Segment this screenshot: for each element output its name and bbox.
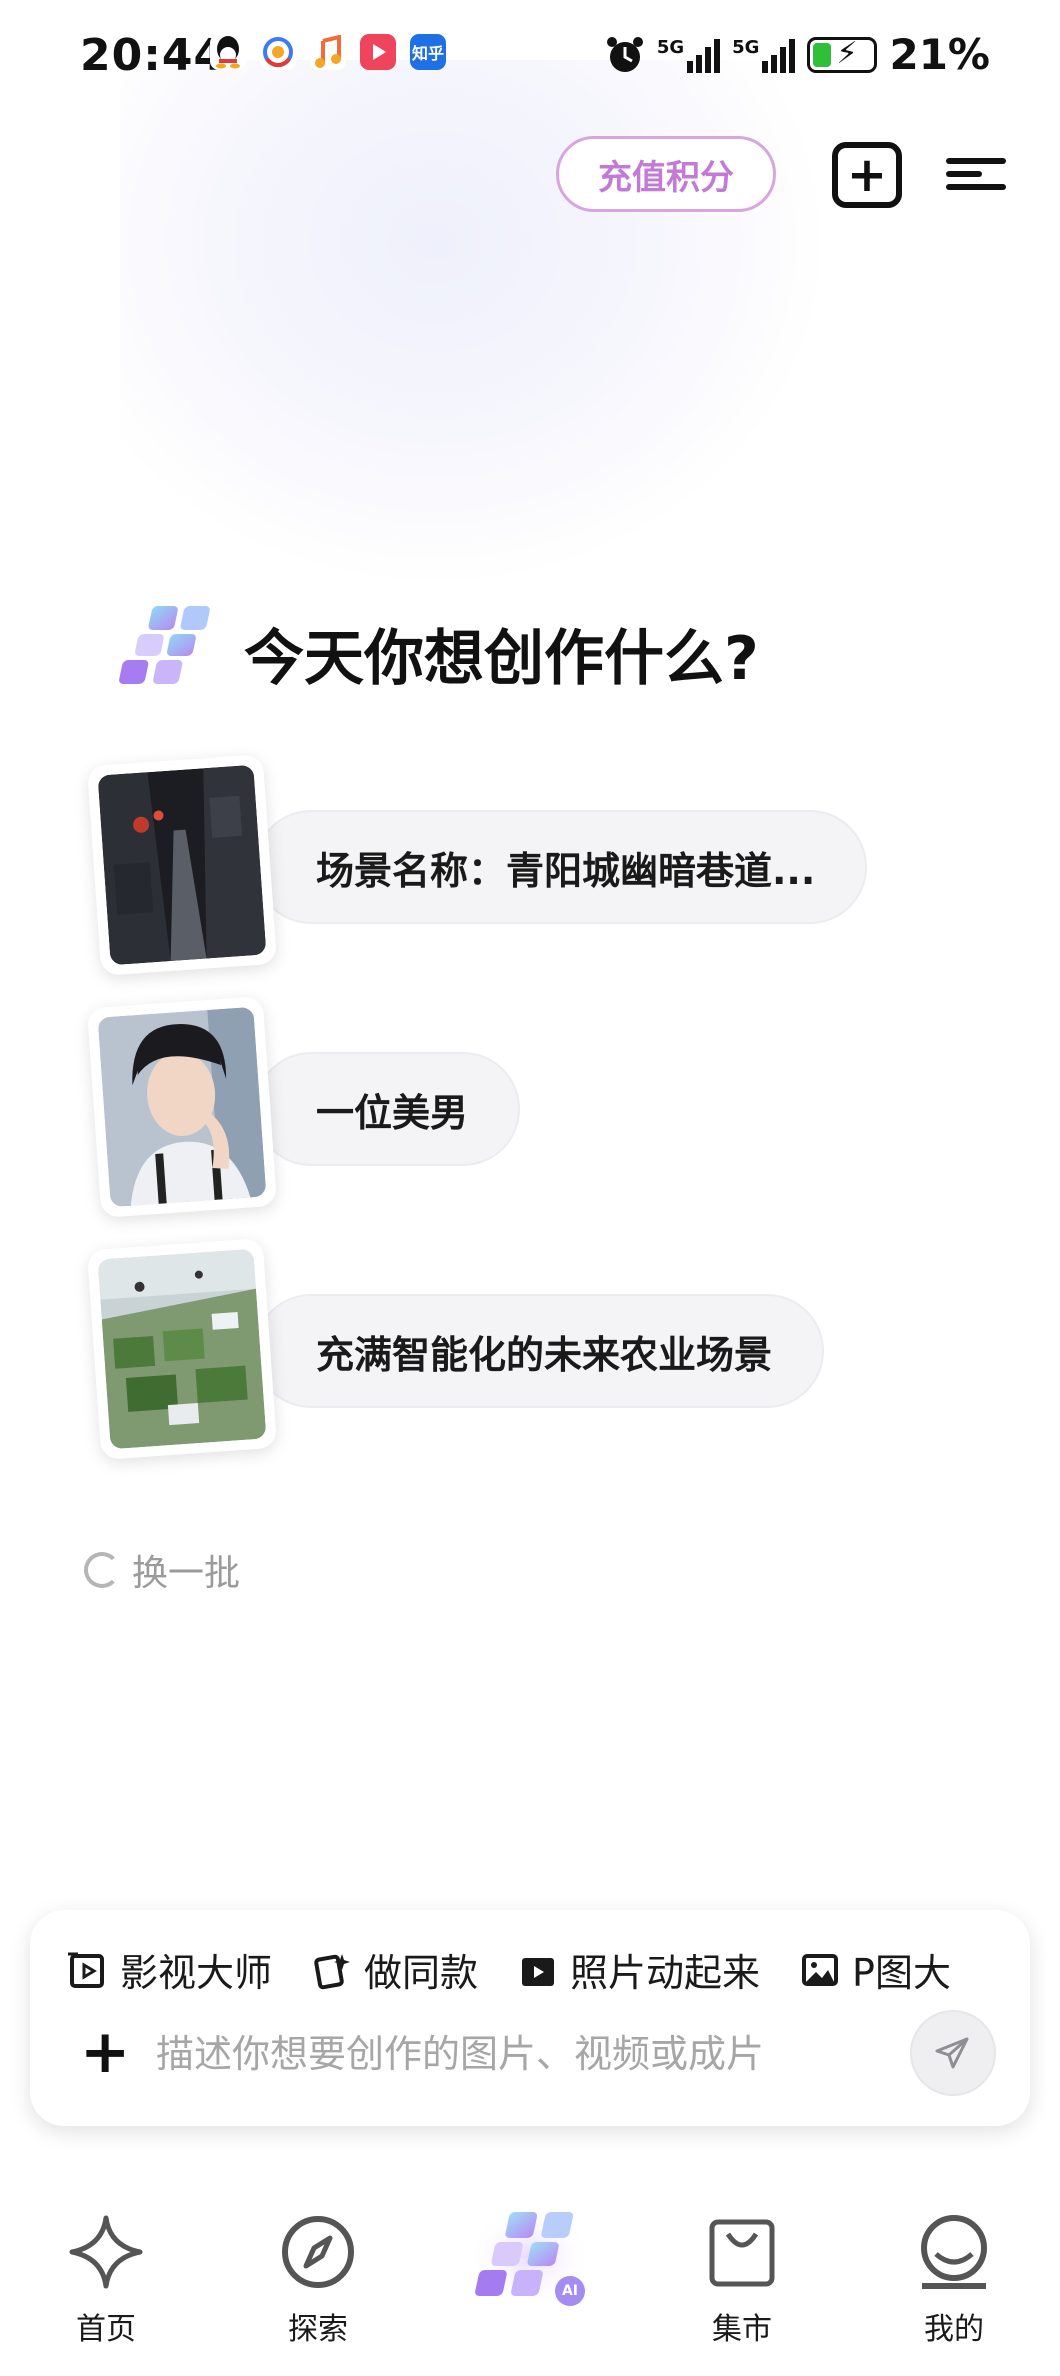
nav-profile-label: 我的 (924, 2312, 984, 2347)
refresh-label: 换一批 (132, 1553, 241, 1594)
chip-film-master[interactable]: 影视大师 (68, 1942, 272, 1997)
browser-icon (260, 34, 296, 70)
nav-market-label: 集市 (712, 2312, 772, 2347)
signal-strength-1: 5G (656, 36, 721, 73)
send-icon (935, 2037, 969, 2069)
clapper-icon (522, 1957, 555, 1986)
chip-label-3: 照片动起来 (570, 1951, 761, 1995)
zhihu-icon-label: 知乎 (411, 44, 444, 63)
alarm-icon (606, 36, 643, 72)
status-right: 5G 5G ⚡ 21% (605, 30, 990, 79)
chip-label-2: 做同款 (364, 1951, 479, 1995)
nav-home[interactable]: 首页 (36, 2210, 176, 2348)
status-app-icons: 知乎 (210, 34, 446, 70)
status-time: 20:44 (80, 30, 226, 81)
chip-same-style[interactable]: 做同款 (312, 1942, 478, 1997)
menu-button[interactable] (946, 158, 1006, 194)
profile-icon (921, 2215, 987, 2289)
suggestion-label-1: 场景名称：青阳城幽暗巷道... (254, 810, 868, 924)
suggestion-thumbnail-2 (86, 996, 278, 1218)
ai-badge: AI (555, 2276, 585, 2306)
alley-scene-image (97, 764, 267, 966)
signal-strength-2: 5G (732, 36, 796, 73)
video-icon (360, 34, 396, 70)
sparkle-icon (69, 2215, 143, 2289)
suggestion-label-2: 一位美男 (254, 1052, 521, 1166)
menu-icon-line-3 (946, 171, 982, 177)
logo-icon (119, 606, 210, 684)
chip-animate-photo[interactable]: 照片动起来 (518, 1942, 760, 1997)
suggestion-thumbnail-1 (86, 754, 278, 976)
qq-icon (210, 34, 246, 70)
music-icon (310, 34, 346, 70)
nav-profile[interactable]: 我的 (884, 2210, 1024, 2348)
smart-farm-image (97, 1248, 267, 1450)
network-type-1: 5G (656, 36, 685, 58)
nav-ai-create[interactable]: AI (460, 2198, 600, 2308)
nav-explore[interactable]: 探索 (248, 2210, 388, 2348)
suggestion-thumbnail-3 (86, 1238, 278, 1460)
nav-home-label: 首页 (76, 2312, 136, 2347)
zhihu-icon: 知乎 (410, 34, 446, 70)
refresh-icon (84, 1552, 120, 1588)
prompt-input[interactable] (156, 2024, 896, 2084)
chip-image-edit[interactable]: P图大 (800, 1942, 951, 1997)
menu-icon-line-2 (946, 184, 1006, 190)
page-title: 今天你想创作什么? (244, 624, 759, 694)
image-edit-icon (802, 1953, 839, 1986)
quick-tool-chips: 影视大师 做同款 照片动起来 P图大 (68, 1942, 951, 1997)
battery-percent: 21% (889, 30, 990, 79)
refresh-suggestions-button[interactable]: 换一批 (84, 1544, 240, 1596)
portrait-man-image (97, 1006, 267, 1208)
suggestion-label-3: 充满智能化的未来农业场景 (254, 1294, 825, 1408)
film-frame-icon (68, 1952, 104, 1988)
chip-label-1: 影视大师 (120, 1951, 273, 1995)
add-attachment-button[interactable]: + (80, 2022, 130, 2082)
menu-icon-line-1 (946, 158, 1006, 164)
recharge-points-button[interactable]: 充值积分 (556, 136, 776, 212)
nav-explore-label: 探索 (288, 2312, 348, 2347)
send-button[interactable] (910, 2010, 996, 2096)
status-bar: 20:44 知乎 5G 5G ⚡ 21% (0, 0, 1060, 116)
copy-style-icon (314, 1953, 351, 1989)
new-chat-button[interactable]: + (832, 142, 902, 208)
shopping-bag-icon (709, 2219, 775, 2287)
battery-icon: ⚡ (807, 36, 878, 73)
compass-icon (282, 2216, 354, 2288)
chip-label-4: P图大 (852, 1951, 951, 1995)
network-type-2: 5G (732, 36, 760, 58)
plus-icon: + (846, 147, 888, 203)
prompt-composer: 影视大师 做同款 照片动起来 P图大 + (30, 1910, 1030, 2126)
bottom-navigation: 首页 探索 AI 集市 我的 (0, 2180, 1060, 2376)
nav-market[interactable]: 集市 (672, 2210, 812, 2348)
